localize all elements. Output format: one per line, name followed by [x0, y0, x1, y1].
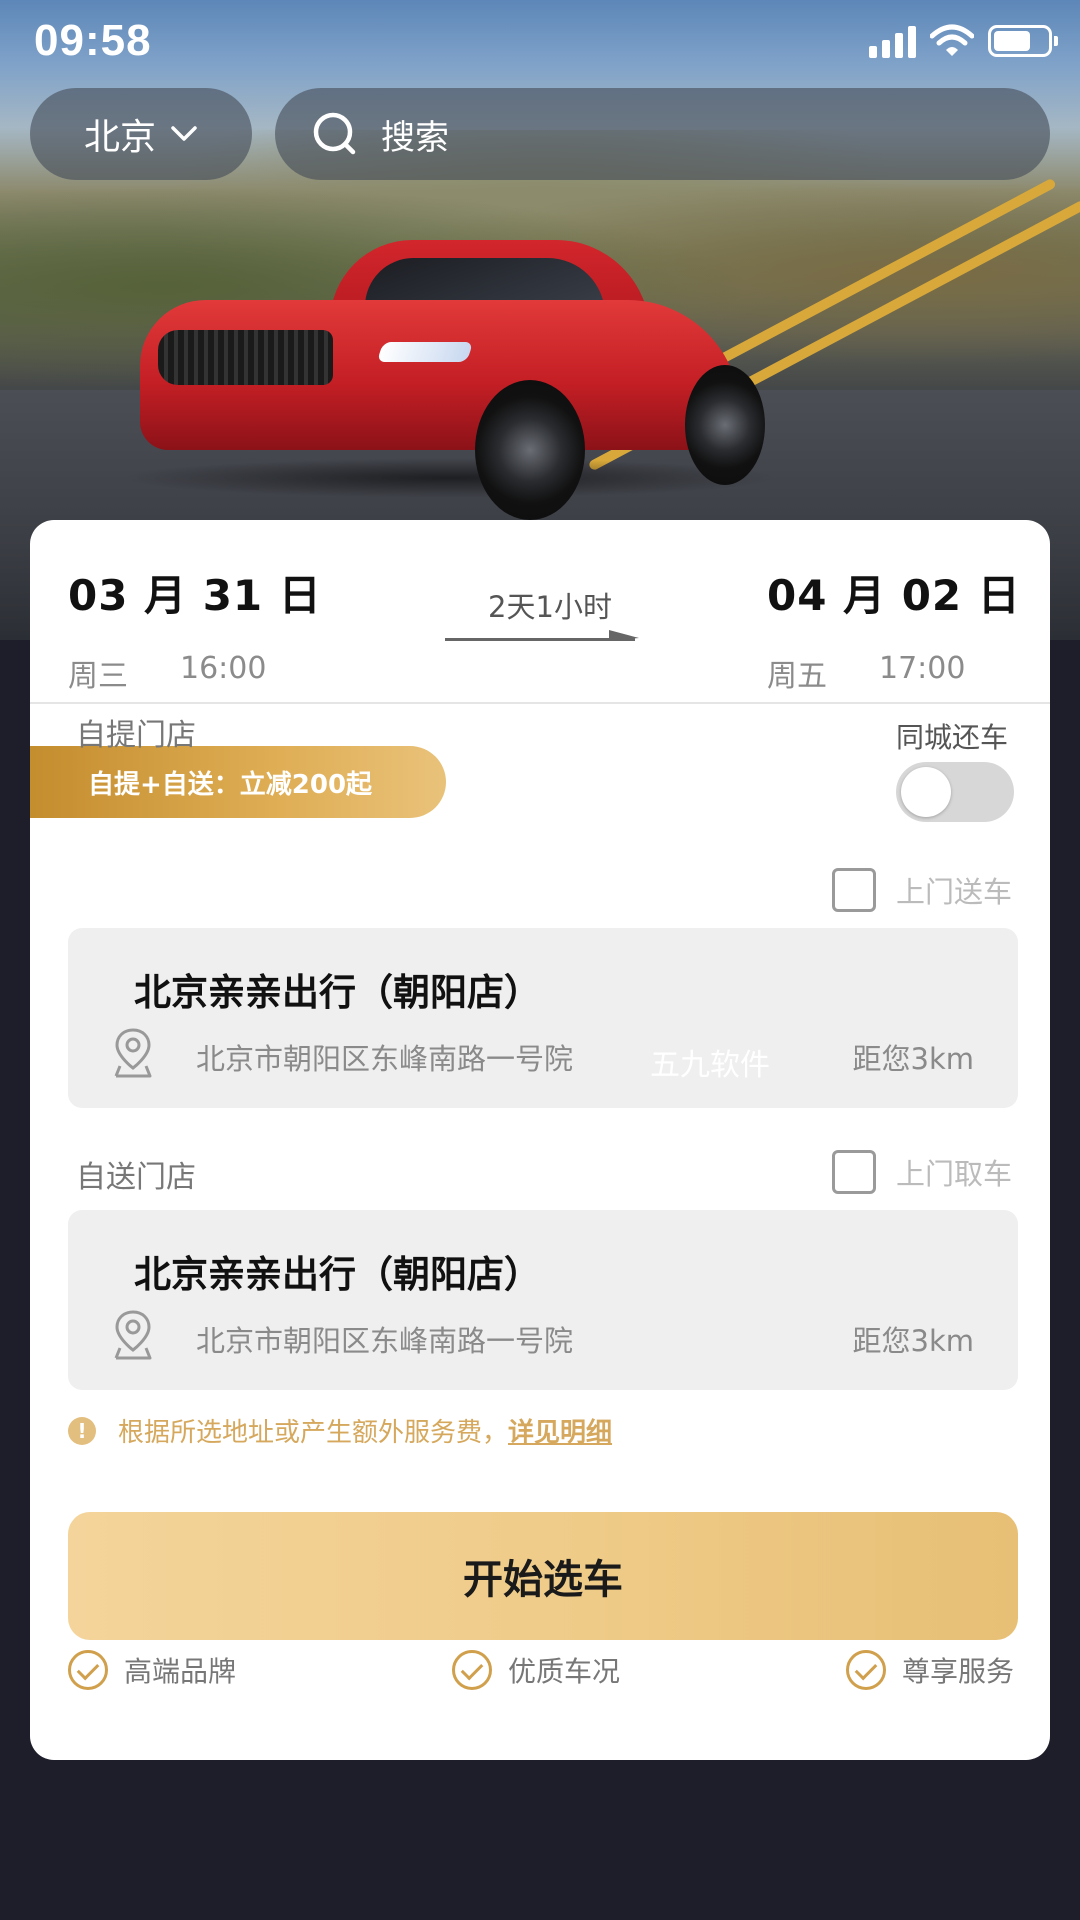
pickup-store-distance: 距您3km — [852, 1042, 975, 1076]
pickup-store-label: 自提门店 — [76, 718, 196, 753]
check-circle-icon — [452, 1650, 492, 1690]
home-pickup-label: 上门取车 — [895, 1157, 1012, 1191]
pickup-time: 16:00 — [180, 651, 267, 686]
location-pin-icon — [114, 1028, 152, 1078]
pickup-weekday: 周三 — [68, 659, 128, 694]
battery-icon — [988, 25, 1058, 57]
booking-card: 03 月 31 日 周三 16:00 2天1小时 04 月 02 日 周五 17… — [30, 520, 1050, 1760]
feature-item: 优质车况 — [452, 1650, 620, 1690]
status-time: 09:58 — [34, 16, 152, 65]
return-datetime[interactable]: 04 月 02 日 周五 17:00 — [767, 562, 1021, 695]
feature-label: 优质车况 — [508, 1655, 621, 1688]
home-delivery-option[interactable]: 上门送车 — [831, 868, 1012, 912]
arrow-right-icon — [445, 630, 639, 641]
pickup-store-name: 北京亲亲出行（朝阳店） — [134, 971, 541, 1014]
wifi-icon — [930, 24, 974, 56]
return-time: 17:00 — [879, 651, 966, 686]
return-weekday: 周五 — [767, 659, 827, 694]
dropoff-store-distance: 距您3km — [852, 1324, 975, 1358]
chevron-down-icon — [171, 126, 197, 141]
city-selector[interactable]: 北京 — [30, 88, 252, 180]
feature-item: 高端品牌 — [68, 1650, 236, 1690]
feature-label: 尊享服务 — [901, 1655, 1014, 1688]
check-circle-icon — [845, 1650, 886, 1690]
home-delivery-label: 上门送车 — [895, 875, 1012, 909]
search-input[interactable]: 搜索 — [275, 88, 1050, 180]
pickup-datetime[interactable]: 03 月 31 日 周三 16:00 — [68, 562, 322, 695]
status-bar: 09:58 — [0, 0, 1080, 84]
watermark: 五九软件 — [650, 1048, 770, 1083]
pickup-store-card[interactable]: 北京亲亲出行（朝阳店） 北京市朝阳区东峰南路一号院 五九软件 距您3km — [68, 928, 1018, 1108]
same-city-return-toggle[interactable] — [896, 762, 1014, 822]
dropoff-store-label: 自送门店 — [76, 1160, 196, 1195]
city-label: 北京 — [83, 117, 156, 158]
info-icon: ! — [68, 1416, 96, 1445]
notice-text: 根据所选地址或产生额外服务费， — [118, 1418, 509, 1448]
home-pickup-checkbox[interactable] — [831, 1150, 876, 1194]
red-sports-car — [120, 230, 780, 520]
feature-item: 尊享服务 — [845, 1650, 1014, 1690]
location-pin-icon — [114, 1310, 152, 1360]
service-fee-notice: ! 根据所选地址或产生额外服务费，详见明细 — [68, 1412, 612, 1449]
same-city-return-label: 同城还车 — [895, 721, 1008, 754]
search-placeholder: 搜索 — [381, 117, 449, 158]
home-pickup-option[interactable]: 上门取车 — [831, 1150, 1012, 1194]
toggle-knob — [901, 767, 951, 817]
feature-list: 高端品牌 优质车况 尊享服务 — [68, 1650, 1018, 1710]
pickup-date: 03 月 31 日 — [68, 571, 322, 620]
status-icons — [869, 24, 1058, 58]
details-link[interactable]: 详见明细 — [508, 1418, 612, 1448]
dropoff-store-name: 北京亲亲出行（朝阳店） — [134, 1253, 541, 1296]
home-delivery-checkbox[interactable] — [831, 868, 876, 912]
dropoff-store-address: 北京市朝阳区东峰南路一号院 — [196, 1324, 574, 1358]
dropoff-store-card[interactable]: 北京亲亲出行（朝阳店） 北京市朝阳区东峰南路一号院 距您3km — [68, 1210, 1018, 1390]
pickup-store-address: 北京市朝阳区东峰南路一号院 — [196, 1042, 574, 1076]
start-select-car-button[interactable]: 开始选车 — [68, 1512, 1018, 1640]
return-date: 04 月 02 日 — [767, 571, 1021, 620]
check-circle-icon — [68, 1650, 108, 1690]
divider — [30, 702, 1050, 704]
cellular-signal-icon — [869, 24, 916, 58]
search-icon — [313, 112, 356, 155]
rental-duration: 2天1小时 — [488, 590, 612, 624]
feature-label: 高端品牌 — [124, 1655, 237, 1688]
promo-badge: 自提+自送：立减200起 — [30, 746, 446, 818]
